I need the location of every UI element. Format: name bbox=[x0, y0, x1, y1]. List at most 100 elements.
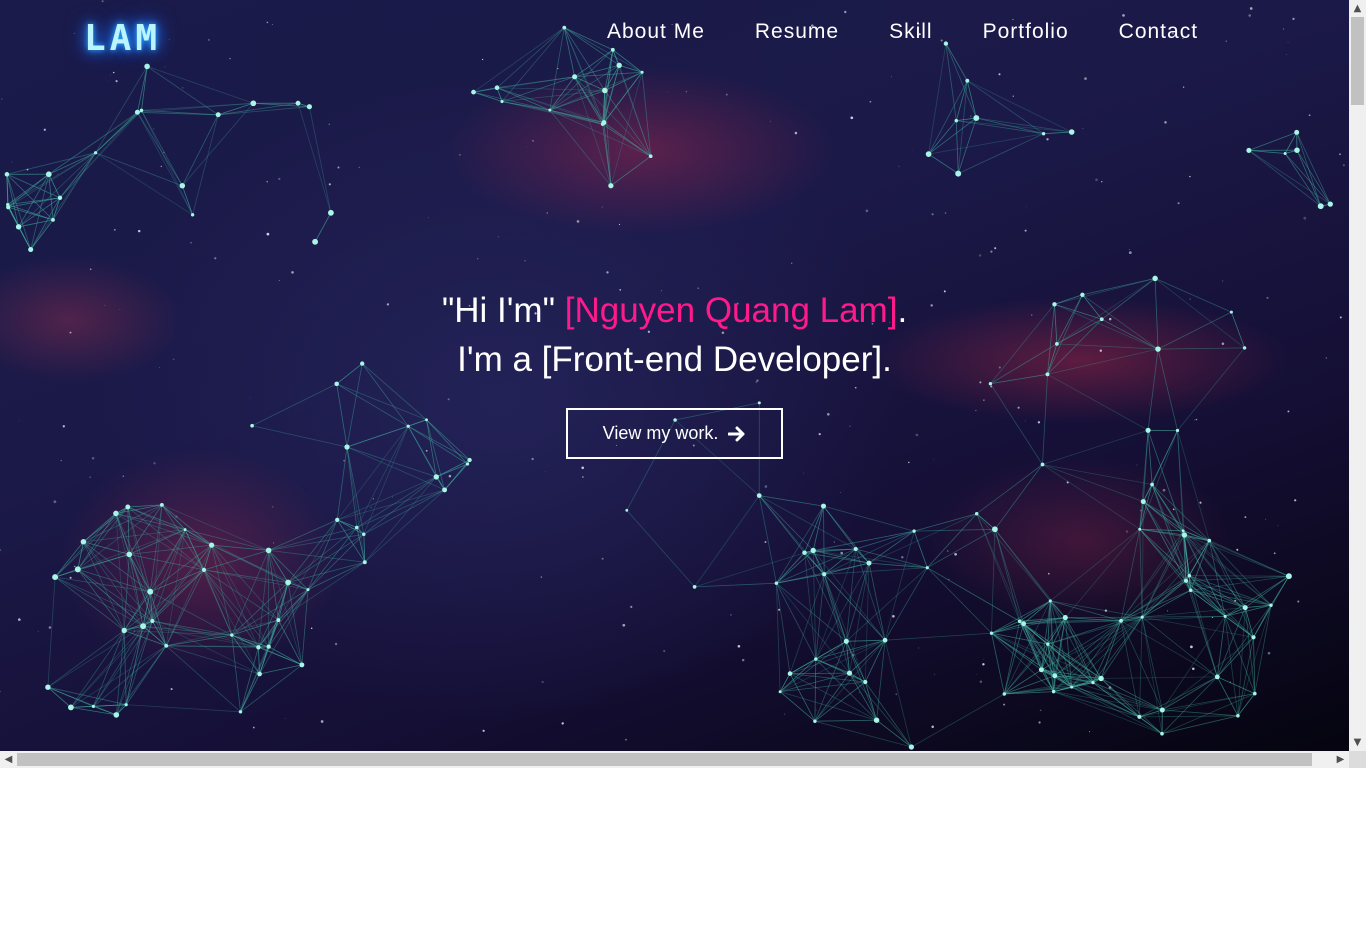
scroll-left-icon[interactable]: ◀ bbox=[0, 751, 17, 768]
network-node bbox=[572, 74, 578, 80]
network-link bbox=[1162, 709, 1238, 717]
network-node bbox=[494, 85, 500, 90]
view-my-work-button[interactable]: View my work. bbox=[566, 408, 783, 459]
network-node bbox=[183, 528, 187, 532]
network-link bbox=[165, 569, 205, 646]
network-node bbox=[648, 154, 653, 159]
horizontal-scroll-thumb[interactable] bbox=[17, 753, 1312, 766]
scroll-down-icon[interactable]: ▼ bbox=[1349, 734, 1366, 751]
network-link bbox=[314, 212, 332, 242]
network-node bbox=[602, 87, 608, 94]
network-link bbox=[1050, 600, 1143, 618]
network-node bbox=[882, 637, 888, 643]
network-link bbox=[47, 625, 144, 688]
network-node bbox=[164, 643, 169, 648]
network-link bbox=[192, 114, 219, 215]
network-link bbox=[297, 103, 332, 213]
network-node bbox=[846, 670, 853, 676]
network-node bbox=[250, 100, 257, 107]
network-node bbox=[28, 246, 34, 253]
network-node bbox=[1017, 619, 1022, 624]
network-link bbox=[336, 383, 348, 448]
network-link bbox=[694, 495, 760, 588]
network-link bbox=[823, 574, 850, 674]
network-link bbox=[240, 673, 260, 712]
network-node bbox=[1242, 605, 1248, 611]
nav-item-about-me[interactable]: About Me bbox=[607, 20, 705, 44]
network-node bbox=[863, 679, 868, 685]
network-link bbox=[268, 550, 279, 621]
network-link bbox=[363, 476, 437, 535]
network-node bbox=[1294, 147, 1300, 153]
network-link bbox=[181, 185, 193, 215]
network-link bbox=[436, 459, 470, 478]
network-link bbox=[1050, 528, 1140, 602]
network-node bbox=[139, 108, 144, 113]
network-link bbox=[137, 112, 183, 186]
network-link bbox=[868, 563, 886, 641]
network-link bbox=[346, 446, 366, 563]
vertical-scrollbar[interactable]: ▲ ▼ bbox=[1349, 0, 1366, 751]
network-link bbox=[47, 577, 56, 688]
network-node bbox=[756, 493, 762, 498]
network-link bbox=[278, 561, 366, 621]
network-node bbox=[1119, 618, 1123, 623]
network-node bbox=[335, 517, 340, 523]
nav-item-skill[interactable]: Skill bbox=[889, 20, 933, 44]
nav-item-portfolio[interactable]: Portfolio bbox=[983, 20, 1069, 44]
network-link bbox=[956, 120, 1044, 135]
scroll-up-icon[interactable]: ▲ bbox=[1349, 0, 1366, 17]
network-link bbox=[501, 27, 565, 102]
network-node bbox=[238, 710, 243, 714]
network-node bbox=[1048, 599, 1052, 603]
network-node bbox=[190, 213, 195, 217]
network-link bbox=[141, 110, 193, 215]
network-link bbox=[619, 64, 643, 73]
network-link bbox=[955, 120, 959, 174]
network-link bbox=[976, 513, 1024, 624]
network-node bbox=[1040, 462, 1045, 467]
network-link bbox=[604, 90, 652, 157]
network-link bbox=[1248, 132, 1297, 151]
network-node bbox=[6, 202, 10, 207]
network-link bbox=[991, 620, 1020, 634]
network-node bbox=[1098, 675, 1104, 682]
hero-role-line: I'm a [Front-end Developer]. bbox=[457, 340, 892, 379]
network-link bbox=[1182, 530, 1272, 606]
nav-item-resume[interactable]: Resume bbox=[755, 20, 839, 44]
network-node bbox=[354, 525, 359, 530]
network-node bbox=[973, 115, 980, 121]
network-link bbox=[885, 632, 992, 641]
network-node bbox=[57, 195, 63, 200]
network-node bbox=[912, 529, 916, 533]
network-node bbox=[125, 504, 131, 510]
network-node bbox=[442, 487, 448, 493]
network-link bbox=[1177, 430, 1210, 541]
network-node bbox=[822, 572, 827, 577]
network-link bbox=[356, 476, 437, 528]
network-link bbox=[70, 707, 117, 716]
network-link bbox=[694, 552, 805, 588]
network-link bbox=[129, 544, 212, 555]
network-link bbox=[846, 639, 886, 642]
network-node bbox=[150, 618, 155, 624]
network-link bbox=[758, 495, 777, 584]
network-link bbox=[70, 645, 167, 708]
site-logo[interactable]: LAM bbox=[84, 18, 161, 59]
network-node bbox=[974, 511, 979, 516]
network-link bbox=[928, 133, 1044, 155]
vertical-scroll-thumb[interactable] bbox=[1351, 17, 1364, 105]
network-node bbox=[1285, 573, 1292, 580]
network-node bbox=[640, 70, 644, 74]
network-link bbox=[307, 527, 358, 590]
network-node bbox=[266, 644, 271, 649]
network-node bbox=[121, 627, 127, 634]
horizontal-scrollbar[interactable]: ◀ ▶ bbox=[0, 751, 1349, 768]
network-node bbox=[548, 108, 552, 112]
scroll-right-icon[interactable]: ▶ bbox=[1332, 751, 1349, 768]
network-node bbox=[124, 703, 128, 707]
network-link bbox=[1184, 534, 1290, 577]
network-node bbox=[465, 462, 470, 466]
network-node bbox=[299, 662, 305, 668]
nav-item-contact[interactable]: Contact bbox=[1119, 20, 1198, 44]
